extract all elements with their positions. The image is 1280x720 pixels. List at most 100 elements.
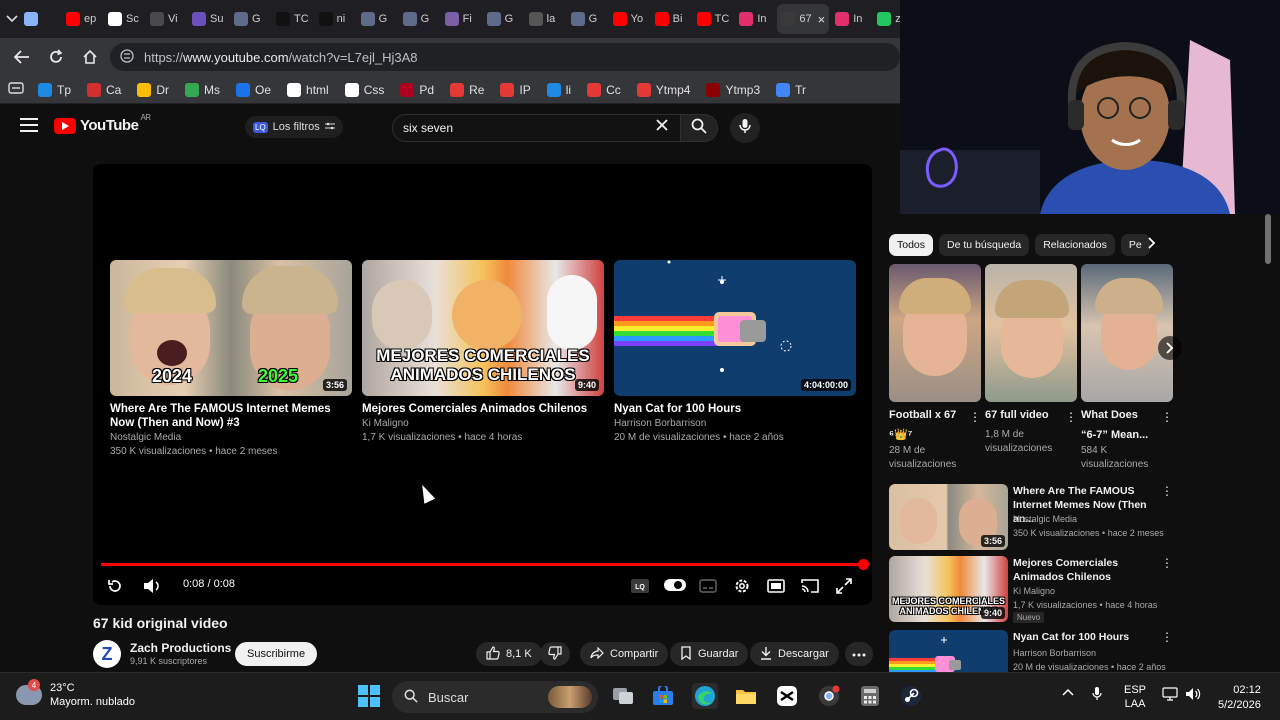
browser-tab[interactable]: TC xyxy=(693,4,734,34)
youtube-logo[interactable]: YouTube AR xyxy=(54,113,151,134)
short-thumbnail[interactable] xyxy=(985,264,1077,402)
sidebar-scrollbar[interactable] xyxy=(1265,214,1271,264)
browser-tab[interactable]: Fi xyxy=(441,4,481,34)
taskbar-search-box[interactable]: Buscar xyxy=(392,681,598,713)
hamburger-menu-icon[interactable] xyxy=(20,118,38,132)
bookmark-item[interactable]: Tp xyxy=(38,82,71,97)
browser-tab[interactable]: G xyxy=(567,4,607,34)
short-card[interactable]: What Does “6-7” Mean... 584 K visualizac… xyxy=(1081,264,1173,472)
more-vertical-icon[interactable]: ⋮ xyxy=(1161,410,1173,424)
recommendation-thumbnail[interactable]: MEJORES COMERCIALES ANIMADOS CHILENOS 9:… xyxy=(889,556,1008,622)
more-vertical-icon[interactable]: ⋮ xyxy=(969,410,981,424)
recommendation-title[interactable]: Nyan Cat for 100 Hours xyxy=(1013,630,1158,644)
network-icon[interactable] xyxy=(1162,687,1178,704)
endcard-thumbnail-3[interactable]: 4:04:00:00 xyxy=(614,260,856,396)
browser-tab[interactable]: ep xyxy=(62,4,102,34)
short-title-line1[interactable]: 67 full video xyxy=(985,408,1063,422)
browser-tab[interactable]: ni xyxy=(315,4,355,34)
bookmark-item[interactable]: Ms xyxy=(185,82,220,97)
tab-search-icon[interactable] xyxy=(6,5,18,33)
task-view-icon[interactable] xyxy=(610,683,636,709)
bookmark-item[interactable]: Pd xyxy=(400,82,434,97)
filter-chip[interactable]: Relacionados xyxy=(1035,234,1115,256)
theater-mode-icon[interactable] xyxy=(764,574,788,598)
bookmark-item[interactable]: Cc xyxy=(587,82,621,97)
more-vertical-icon[interactable]: ⋮ xyxy=(1161,556,1173,570)
bookmarks-menu-icon[interactable] xyxy=(8,82,24,97)
recommendation-title[interactable]: Mejores Comerciales Animados Chilenos xyxy=(1013,556,1158,584)
browser-tab[interactable]: G xyxy=(399,4,439,34)
recommendation-thumbnail[interactable] xyxy=(889,630,1008,672)
browser-tab[interactable]: Sc xyxy=(104,4,144,34)
bookmark-item[interactable]: Tr xyxy=(776,82,806,97)
browser-tab[interactable]: G xyxy=(230,4,270,34)
short-title-line1[interactable]: Football x 67 xyxy=(889,408,967,422)
steam-icon[interactable] xyxy=(898,683,924,709)
bookmark-item[interactable]: html xyxy=(287,82,329,97)
share-button[interactable]: Compartir xyxy=(580,642,669,666)
progress-bar[interactable] xyxy=(101,559,869,570)
filters-button[interactable]: LQ Los filtros xyxy=(245,116,343,138)
save-button[interactable]: Guardar xyxy=(670,642,749,666)
bookmark-item[interactable]: Ytmp4 xyxy=(636,82,690,97)
cast-icon[interactable] xyxy=(798,574,822,598)
search-button[interactable] xyxy=(680,114,718,142)
browser-tab[interactable]: Bi xyxy=(651,4,691,34)
site-info-icon[interactable] xyxy=(120,48,134,66)
calculator-icon[interactable] xyxy=(857,683,883,709)
file-explorer-icon[interactable] xyxy=(733,683,759,709)
endcard-title-2[interactable]: Mejores Comerciales Animados Chilenos xyxy=(362,402,604,416)
browser-tab[interactable]: Vi xyxy=(146,4,186,34)
browser-tab[interactable] xyxy=(20,4,60,34)
browser-tab[interactable]: G xyxy=(483,4,523,34)
capcut-icon[interactable] xyxy=(774,683,800,709)
more-actions-button[interactable] xyxy=(845,642,873,666)
clear-search-icon[interactable] xyxy=(656,118,668,136)
weather-widget[interactable]: 4 23°C Mayorm. nublado xyxy=(16,679,135,709)
bookmark-item[interactable]: IP xyxy=(500,82,531,97)
keyboard-language-indicator[interactable]: ESP LAA xyxy=(1124,683,1146,711)
back-icon[interactable] xyxy=(8,43,36,71)
recommendation-item[interactable]: 3:56 Where Are The FAMOUS Internet Memes… xyxy=(889,484,1179,550)
more-vertical-icon[interactable]: ⋮ xyxy=(1161,484,1173,498)
speaker-icon[interactable] xyxy=(1185,687,1201,704)
filter-chip[interactable]: Todos xyxy=(889,234,934,256)
system-clock[interactable]: 02:12 5/2/2026 xyxy=(1218,683,1261,713)
home-icon[interactable] xyxy=(76,43,104,71)
close-tab-icon[interactable]: × xyxy=(818,12,826,27)
fullscreen-icon[interactable] xyxy=(832,574,856,598)
recommendation-thumbnail[interactable]: 3:56 xyxy=(889,484,1008,550)
browser-tab[interactable]: Su xyxy=(188,4,228,34)
bookmark-item[interactable]: Re xyxy=(450,82,484,97)
bookmark-item[interactable]: Ytmp3 xyxy=(706,82,760,97)
quality-badge-icon[interactable]: LQ xyxy=(628,574,652,598)
browser-tab[interactable]: 67 × xyxy=(777,4,830,34)
replay-icon[interactable] xyxy=(103,574,127,598)
search-input[interactable]: six seven xyxy=(392,114,682,142)
short-title-line1[interactable]: What Does xyxy=(1081,408,1159,422)
channel-name[interactable]: Zach Productions xyxy=(130,641,231,655)
more-vertical-icon[interactable]: ⋮ xyxy=(1161,630,1173,644)
chips-next-chevron-icon[interactable] xyxy=(1148,236,1156,252)
bookmark-item[interactable]: Dr xyxy=(137,82,169,97)
reload-icon[interactable] xyxy=(42,43,70,71)
more-vertical-icon[interactable]: ⋮ xyxy=(1065,410,1077,424)
recommendation-item[interactable]: Nyan Cat for 100 Hours Harrison Borbarri… xyxy=(889,630,1179,672)
autoplay-toggle[interactable] xyxy=(664,579,686,591)
subscribe-button[interactable]: Suscribirme xyxy=(235,642,318,666)
endcard-video-1[interactable]: 2024 2025 3:56 Where Are The FAMOUS Inte… xyxy=(110,260,352,458)
endcard-thumbnail-2[interactable]: MEJORES COMERCIALES ANIMADOS CHILENOS 9:… xyxy=(362,260,604,396)
filter-chip[interactable]: De tu búsqueda xyxy=(939,234,1030,256)
browser-tab[interactable]: TC xyxy=(272,4,313,34)
chrome-browser-icon[interactable] xyxy=(816,683,842,709)
shorts-next-chevron-icon[interactable] xyxy=(1158,336,1182,360)
subtitles-icon[interactable] xyxy=(696,574,720,598)
bookmark-item[interactable]: Oe xyxy=(236,82,271,97)
bookmark-item[interactable]: Css xyxy=(344,82,384,97)
short-thumbnail[interactable] xyxy=(889,264,981,402)
windows-start-icon[interactable] xyxy=(356,683,382,709)
video-player[interactable]: 2024 2025 3:56 Where Are The FAMOUS Inte… xyxy=(93,164,872,605)
endcard-video-3[interactable]: 4:04:00:00 Nyan Cat for 100 Hours Harris… xyxy=(614,260,856,444)
browser-tab[interactable]: In xyxy=(831,4,871,34)
voice-search-button[interactable] xyxy=(730,113,760,143)
